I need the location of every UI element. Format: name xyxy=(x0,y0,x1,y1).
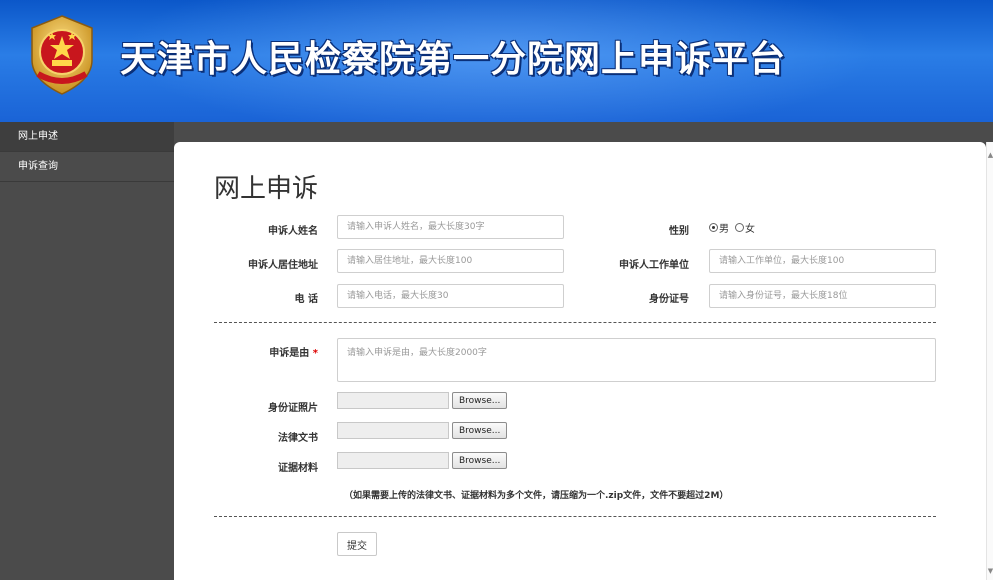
scroll-down-icon[interactable]: ▼ xyxy=(987,566,993,576)
procuratorate-emblem-logo xyxy=(31,15,93,95)
gender-male-radio[interactable] xyxy=(709,223,718,232)
workplace-label: 申诉人工作单位 xyxy=(619,260,689,271)
evidence-label: 证据材料 xyxy=(278,463,318,474)
gender-radio-group: 男 女 xyxy=(709,220,761,235)
page-title: 网上申诉 xyxy=(214,174,319,204)
sidebar-item-appeal-query[interactable]: 申诉查询 xyxy=(0,152,174,182)
section-divider xyxy=(214,322,936,323)
upload-note: （如果需要上传的法律文书、证据材料为多个文件，请压缩为一个.zip文件，文件不要… xyxy=(344,491,729,501)
submit-button[interactable]: 提交 xyxy=(337,532,377,556)
legal-doc-browse-button[interactable]: Browse... xyxy=(452,422,508,439)
evidence-file-field[interactable] xyxy=(337,452,449,469)
phone-label: 电 话 xyxy=(294,294,318,305)
required-mark: * xyxy=(312,348,318,359)
main-content: 网上申诉 申诉人姓名 性别 男 女 申诉人居住地址 申诉人工作单位 电 话 身份… xyxy=(174,142,986,580)
reason-textarea[interactable] xyxy=(337,338,936,382)
phone-input[interactable] xyxy=(337,284,564,308)
legal-doc-label: 法律文书 xyxy=(278,433,318,444)
gender-label: 性别 xyxy=(669,226,689,237)
gender-male-label: 男 xyxy=(719,224,729,235)
content-top-bar xyxy=(174,122,993,142)
reason-label-text: 申诉是由 xyxy=(269,348,310,359)
site-header: 天津市人民检察院第一分院网上申诉平台 xyxy=(0,0,993,122)
id-photo-browse-button[interactable]: Browse... xyxy=(452,392,508,409)
legal-doc-file-input: Browse... xyxy=(337,422,508,439)
gender-female-label: 女 xyxy=(745,224,755,235)
workplace-input[interactable] xyxy=(709,249,936,273)
id-number-input[interactable] xyxy=(709,284,936,308)
evidence-browse-button[interactable]: Browse... xyxy=(452,452,508,469)
legal-doc-file-field[interactable] xyxy=(337,422,449,439)
sidebar: 网上申述 申诉查询 xyxy=(0,122,174,580)
id-photo-file-field[interactable] xyxy=(337,392,449,409)
address-input[interactable] xyxy=(337,249,564,273)
id-photo-file-input: Browse... xyxy=(337,392,508,409)
scrollbar[interactable]: ▲ ▼ xyxy=(986,142,993,580)
site-title: 天津市人民检察院第一分院网上申诉平台 xyxy=(120,38,787,80)
sidebar-item-online-appeal[interactable]: 网上申述 xyxy=(0,122,174,152)
gender-female-radio[interactable] xyxy=(735,223,744,232)
evidence-file-input: Browse... xyxy=(337,452,508,469)
id-number-label: 身份证号 xyxy=(649,294,689,305)
id-photo-label: 身份证照片 xyxy=(268,403,318,414)
scroll-up-icon[interactable]: ▲ xyxy=(987,150,993,160)
reason-label: 申诉是由 * xyxy=(208,344,318,359)
name-input[interactable] xyxy=(337,215,564,239)
section-divider-bottom xyxy=(214,516,936,517)
address-label: 申诉人居住地址 xyxy=(248,260,318,271)
name-label: 申诉人姓名 xyxy=(268,226,318,237)
